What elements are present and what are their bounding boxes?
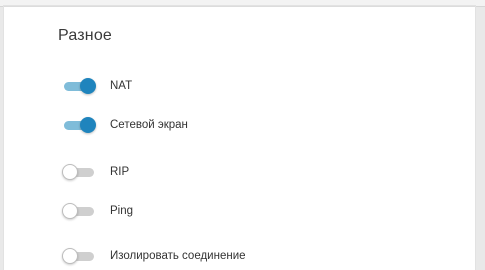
rip-label: RIP: [110, 166, 130, 178]
toggle-row-nat: NAT: [62, 76, 132, 96]
nat-toggle[interactable]: [62, 76, 98, 96]
isolate-connection-label: Изолировать соединение: [110, 250, 246, 262]
toggle-row-isolate: Изолировать соединение: [62, 246, 246, 266]
rip-toggle[interactable]: [62, 162, 98, 182]
toggle-row-ping: Ping: [62, 201, 133, 221]
toggle-knob: [62, 203, 78, 219]
misc-settings-panel: [4, 6, 475, 270]
toggle-row-firewall: Сетевой экран: [62, 115, 188, 135]
toggle-knob: [62, 164, 78, 180]
ping-toggle[interactable]: [62, 201, 98, 221]
nat-label: NAT: [110, 80, 133, 92]
isolate-connection-toggle[interactable]: [62, 246, 98, 266]
section-title: Разное: [58, 27, 113, 44]
firewall-toggle[interactable]: [62, 115, 98, 135]
firewall-label: Сетевой экран: [110, 119, 188, 131]
ping-label: Ping: [110, 205, 134, 217]
toggle-knob: [80, 117, 96, 133]
toggle-knob: [62, 248, 78, 264]
toggle-knob: [80, 78, 96, 94]
toggle-row-rip: RIP: [62, 162, 129, 182]
